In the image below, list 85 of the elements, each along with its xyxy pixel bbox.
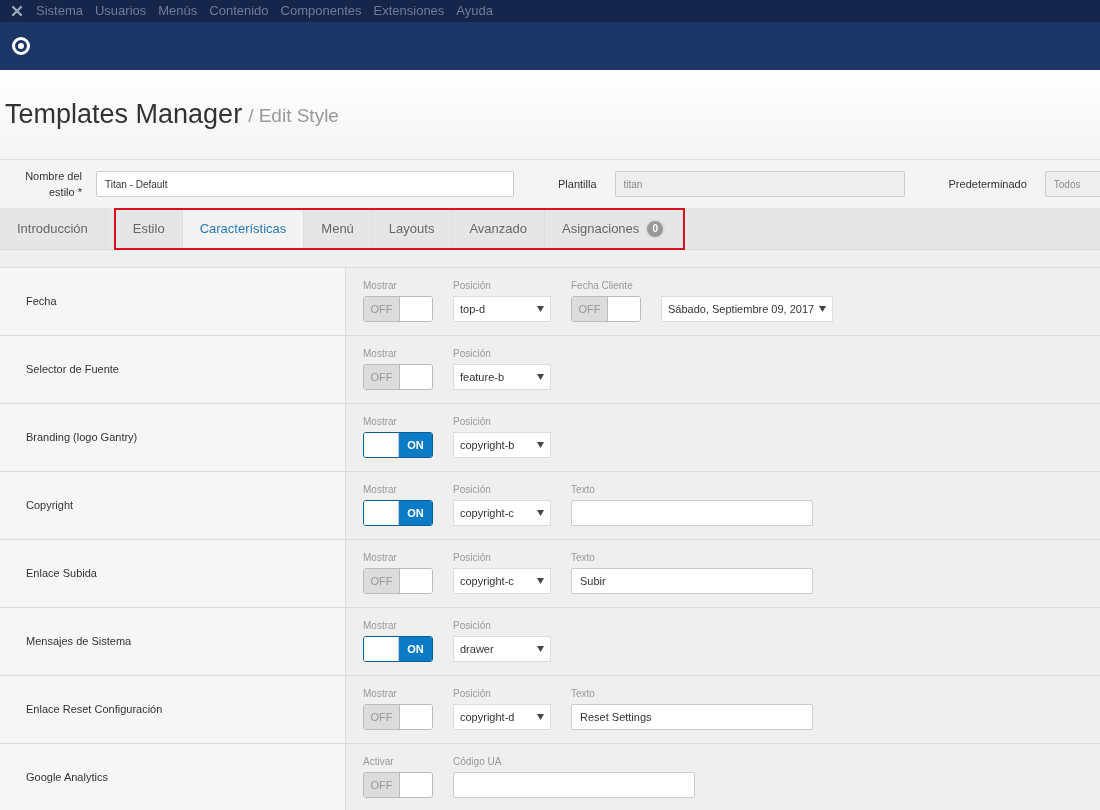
caret-icon <box>537 306 544 312</box>
toggle-switch[interactable]: ON <box>363 432 433 458</box>
control-label: Mostrar <box>363 483 398 497</box>
tab[interactable]: Avanzado <box>452 209 545 248</box>
toggle-label: OFF <box>364 773 399 797</box>
control-label: Mostrar <box>363 347 398 361</box>
page-subtitle: / Edit Style <box>248 104 339 129</box>
control-label: Mostrar <box>363 551 398 565</box>
feature-label: Enlace Reset Configuración <box>26 702 163 718</box>
control-label: Mostrar <box>363 619 398 633</box>
text-input[interactable]: Titan - Default <box>96 171 514 197</box>
menu-item[interactable]: Extensiones <box>373 1 445 21</box>
control-label: Texto <box>571 483 596 497</box>
feature-label: Fecha <box>26 294 57 310</box>
text-input[interactable]: titan <box>614 171 905 197</box>
feature-label: Selector de Fuente <box>26 362 119 378</box>
page-title: Templates Manager <box>5 98 243 132</box>
caret-icon <box>819 306 826 312</box>
tab[interactable]: Menú <box>304 209 372 248</box>
field-label: Predeterminado <box>948 176 1027 192</box>
toggle-label: OFF <box>572 297 607 321</box>
menu-item[interactable]: Componentes <box>280 1 362 21</box>
tab[interactable]: Estilo <box>115 209 183 248</box>
caret-icon <box>537 442 544 448</box>
caret-icon <box>537 374 544 380</box>
toggle-label: OFF <box>364 297 399 321</box>
menu-item[interactable]: Sistema <box>36 1 83 21</box>
control-label: Código UA <box>453 755 503 769</box>
select-dropdown[interactable]: top-d <box>453 296 551 322</box>
feature-label: Branding (logo Gantry) <box>26 430 138 446</box>
menu-item[interactable]: Contenido <box>209 1 269 21</box>
caret-icon <box>537 578 544 584</box>
text-input[interactable]: Subir <box>571 568 813 594</box>
caret-icon <box>537 510 544 516</box>
tab[interactable]: Características <box>182 209 305 248</box>
select-dropdown[interactable]: copyright-b <box>453 432 551 458</box>
control-label: Posición <box>453 619 492 633</box>
control-label: Activar <box>363 755 395 769</box>
count-badge: 0 <box>645 218 666 239</box>
caret-icon <box>537 714 544 720</box>
text-input[interactable]: Reset Settings <box>571 704 813 730</box>
toggle-label: OFF <box>364 569 399 593</box>
control-label: Mostrar <box>363 687 398 701</box>
select-dropdown[interactable]: copyright-d <box>453 704 551 730</box>
select-dropdown[interactable]: drawer <box>453 636 551 662</box>
tab[interactable]: Asignaciones 0 <box>545 209 684 248</box>
select-dropdown[interactable]: copyright-c <box>453 500 551 526</box>
logo-icon[interactable] <box>10 4 24 18</box>
toggle-switch[interactable]: ON <box>363 500 433 526</box>
feature-label: Enlace Subida <box>26 566 97 582</box>
caret-icon <box>537 646 544 652</box>
control-label: Posición <box>453 347 492 361</box>
menu-item[interactable]: Ayuda <box>456 1 493 21</box>
feature-label: Copyright <box>26 498 74 514</box>
toggle-label: OFF <box>364 705 399 729</box>
control-label: Texto <box>571 551 596 565</box>
menu-item[interactable]: Usuarios <box>94 1 147 21</box>
select-dropdown[interactable]: Sábado, Septiembre 09, 2017 <box>661 296 833 322</box>
feature-label: Mensajes de Sistema <box>26 634 132 650</box>
control-label: Posición <box>453 687 492 701</box>
control-label: Posición <box>453 279 492 293</box>
toggle-label: ON <box>399 433 432 457</box>
control-label: Texto <box>571 687 596 701</box>
field-label: Plantilla <box>558 176 597 192</box>
field-label: Nombre del estilo * <box>24 168 82 200</box>
text-input[interactable]: Todos <box>1044 171 1100 197</box>
feature-label: Google Analytics <box>26 770 108 786</box>
toggle-label: ON <box>399 501 432 525</box>
text-input[interactable] <box>571 500 813 526</box>
control-label: Posición <box>453 415 492 429</box>
select-dropdown[interactable]: copyright-c <box>453 568 551 594</box>
toggle-label: OFF <box>364 365 399 389</box>
control-label: Posición <box>453 483 492 497</box>
text-input[interactable] <box>453 772 695 798</box>
control-label: Mostrar <box>363 279 398 293</box>
menu-item[interactable]: Menús <box>158 1 198 21</box>
toggle-switch[interactable]: ON <box>363 636 433 662</box>
control-label: Posición <box>453 551 492 565</box>
target-icon <box>11 36 31 56</box>
toggle-label: ON <box>399 637 432 661</box>
tab[interactable]: Introducción <box>0 209 106 248</box>
control-label: Mostrar <box>363 415 398 429</box>
tab[interactable]: Layouts <box>371 209 453 248</box>
control-label: Fecha Cliente <box>571 279 634 293</box>
select-dropdown[interactable]: feature-b <box>453 364 551 390</box>
